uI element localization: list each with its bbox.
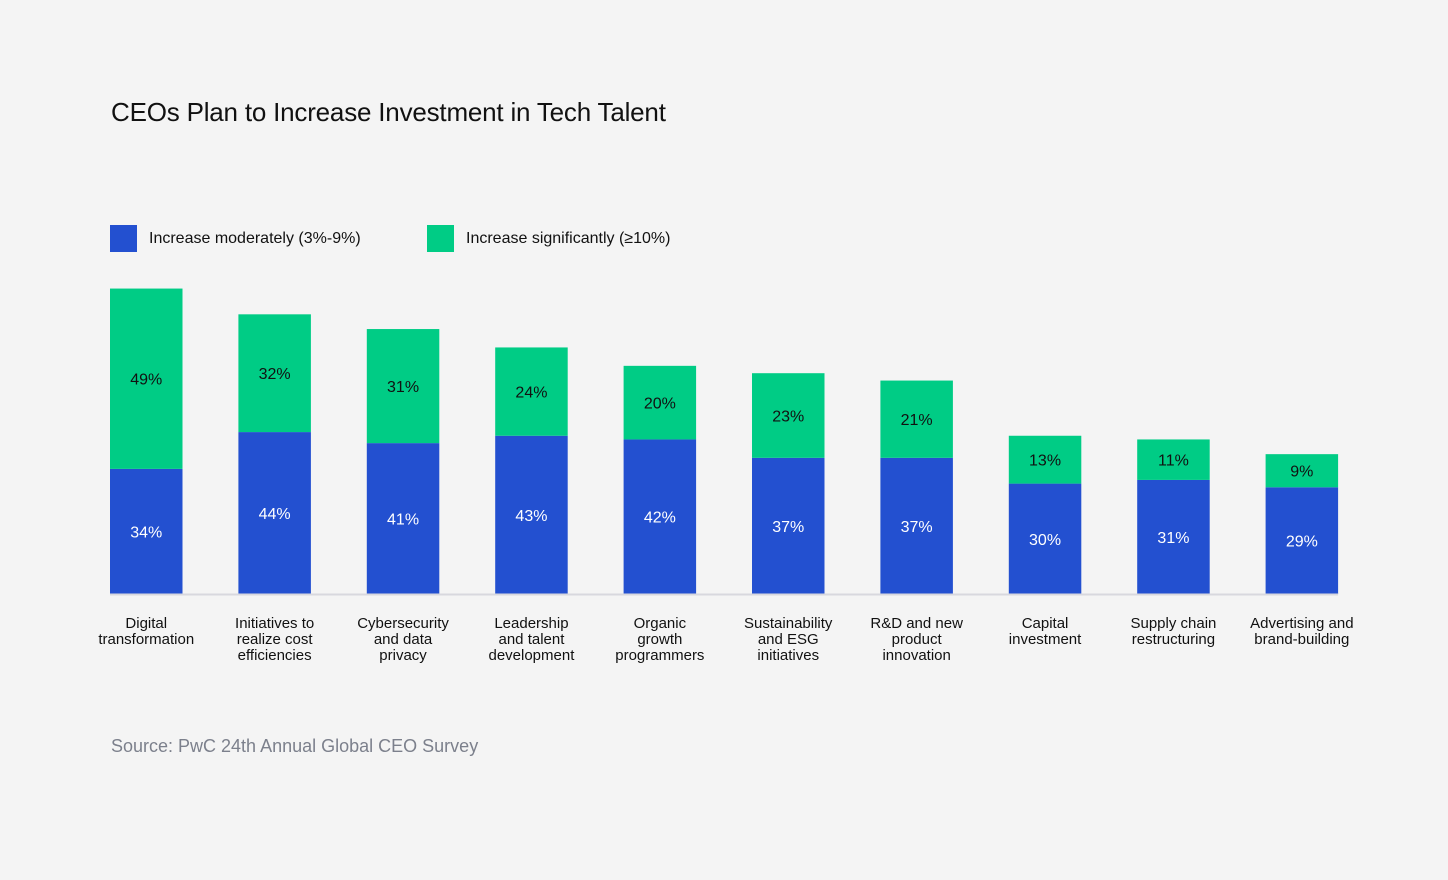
x-tick-label: privacy xyxy=(379,647,427,664)
x-tick-label: and data xyxy=(374,631,433,648)
data-label-moderate: 31% xyxy=(1157,530,1189,547)
x-tick-label: development xyxy=(488,647,575,664)
x-tick-label: efficiencies xyxy=(238,647,312,664)
data-label-significant: 49% xyxy=(130,372,162,389)
data-label-significant: 32% xyxy=(259,366,291,383)
x-tick-label: initiatives xyxy=(757,647,819,664)
x-tick-label: Advertising and xyxy=(1250,615,1353,632)
x-tick-label: R&D and new xyxy=(870,615,963,632)
x-tick-label: Organic xyxy=(634,615,687,632)
data-label-significant: 31% xyxy=(387,379,419,396)
x-tick-label: growth xyxy=(637,631,682,648)
data-label-moderate: 30% xyxy=(1029,532,1061,549)
x-tick-label: brand-building xyxy=(1254,631,1349,648)
x-tick-label: investment xyxy=(1009,631,1082,648)
data-label-moderate: 29% xyxy=(1286,534,1318,551)
data-label-significant: 21% xyxy=(901,412,933,429)
source-note: Source: PwC 24th Annual Global CEO Surve… xyxy=(111,736,479,756)
data-label-significant: 9% xyxy=(1290,464,1313,481)
x-tick-label: product xyxy=(892,631,943,648)
x-tick-label: Leadership xyxy=(494,615,568,632)
data-label-significant: 23% xyxy=(772,409,804,426)
x-tick-label: realize cost xyxy=(237,631,314,648)
x-tick-label: transformation xyxy=(98,631,194,648)
data-label-moderate: 41% xyxy=(387,512,419,529)
data-label-moderate: 42% xyxy=(644,510,676,527)
x-tick-label: Supply chain xyxy=(1130,615,1216,632)
x-tick-label: programmers xyxy=(615,647,704,664)
x-tick-label: Sustainability xyxy=(744,615,833,632)
x-tick-label: and talent xyxy=(499,631,566,648)
x-tick-label: Cybersecurity xyxy=(357,615,449,632)
data-label-moderate: 34% xyxy=(130,524,162,541)
x-tick-label: Capital xyxy=(1022,615,1069,632)
x-tick-label: and ESG xyxy=(758,631,819,648)
data-label-moderate: 43% xyxy=(515,508,547,525)
data-label-significant: 11% xyxy=(1158,453,1189,470)
x-tick-label: Initiatives to xyxy=(235,615,314,632)
x-tick-label: Digital xyxy=(125,615,167,632)
data-label-significant: 20% xyxy=(644,396,676,413)
data-label-moderate: 44% xyxy=(259,506,291,523)
data-label-significant: 24% xyxy=(515,385,547,402)
data-label-moderate: 37% xyxy=(772,519,804,536)
data-label-significant: 13% xyxy=(1029,453,1061,470)
data-label-moderate: 37% xyxy=(901,519,933,536)
x-tick-label: innovation xyxy=(882,647,950,664)
x-tick-label: restructuring xyxy=(1132,631,1215,648)
